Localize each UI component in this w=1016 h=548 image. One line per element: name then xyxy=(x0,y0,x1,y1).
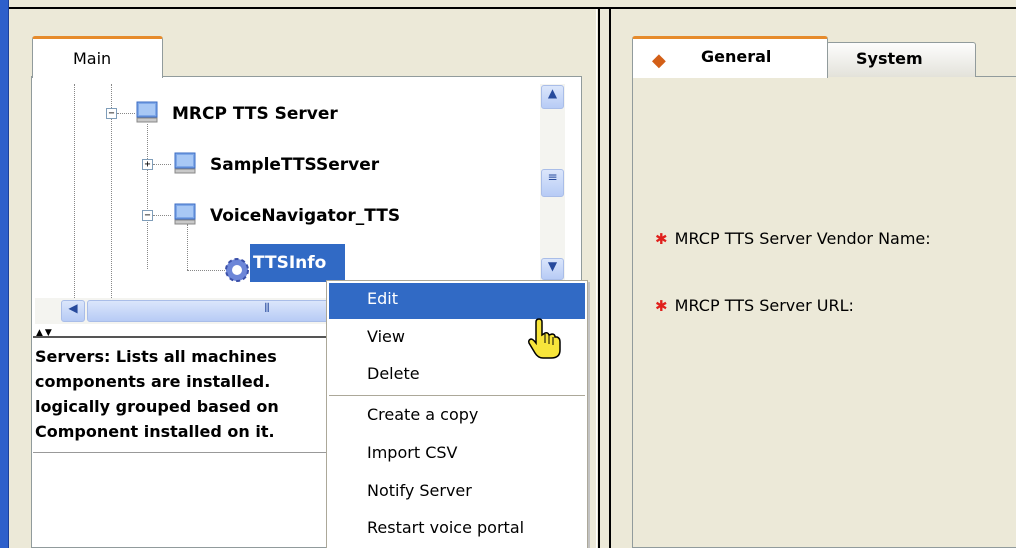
tree-guide-line xyxy=(153,215,171,216)
tree-guide-line xyxy=(117,113,135,114)
tree-vertical-scrollbar[interactable]: ▲ ≡ ▼ xyxy=(540,84,565,282)
splitter-line-left[interactable] xyxy=(598,9,600,548)
menu-item-notify-server[interactable]: Notify Server xyxy=(329,475,585,511)
scroll-up-arrow-icon[interactable]: ▲ xyxy=(541,85,564,109)
collapse-toggle-mrcp-tts-server[interactable]: − xyxy=(106,108,117,119)
tab-main-label: Main xyxy=(73,49,112,68)
window-top-edge xyxy=(0,0,1016,9)
menu-separator xyxy=(329,395,585,396)
scroll-down-arrow-icon[interactable]: ▼ xyxy=(541,258,564,280)
vendor-name-label-text: MRCP TTS Server Vendor Name: xyxy=(674,229,931,248)
tree-guide-line xyxy=(147,124,148,269)
menu-item-restart-voice-portal[interactable]: Restart voice portal xyxy=(329,512,585,548)
field-vendor-name-label: ✱ MRCP TTS Server Vendor Name: xyxy=(655,229,931,248)
tree-guide-line xyxy=(187,224,188,270)
scroll-thumb[interactable]: ≡ xyxy=(541,169,564,197)
tab-general-label: General xyxy=(701,47,772,66)
tree-node-voicenavigator-tts[interactable]: VoiceNavigator_TTS xyxy=(210,206,400,226)
tree-guide-line xyxy=(74,84,75,298)
tab-system-label: System xyxy=(856,49,923,68)
hand-cursor-icon xyxy=(528,318,561,359)
tree-node-ttsinfo[interactable]: TTSInfo xyxy=(249,243,346,283)
menu-item-edit[interactable]: Edit xyxy=(329,283,585,319)
collapse-toggle-voicenavigator-tts[interactable]: − xyxy=(142,210,153,221)
tree-node-sampletts-server[interactable]: SampleTTSServer xyxy=(210,155,379,175)
field-url-label: ✱ MRCP TTS Server URL: xyxy=(655,296,854,315)
splitter-line-right[interactable] xyxy=(609,9,611,548)
menu-item-import-csv[interactable]: Import CSV xyxy=(329,437,585,473)
menu-item-create-copy[interactable]: Create a copy xyxy=(329,399,585,435)
diamond-icon: ◆ xyxy=(652,50,666,71)
expand-toggle-sampletts-server[interactable]: + xyxy=(142,159,153,170)
scroll-left-arrow-icon[interactable]: ◀ xyxy=(61,300,85,322)
window-left-border xyxy=(0,0,9,548)
tree-node-mrcp-tts-server[interactable]: MRCP TTS Server xyxy=(172,104,338,124)
left-panel-edge xyxy=(596,9,597,548)
gear-icon xyxy=(225,258,249,282)
tree-node-ttsinfo-label: TTSInfo xyxy=(253,253,327,273)
tab-system[interactable]: System xyxy=(826,42,976,77)
server-icon xyxy=(174,152,196,174)
menu-item-delete[interactable]: Delete xyxy=(329,358,585,394)
required-asterisk-icon: ✱ xyxy=(655,297,668,315)
required-asterisk-icon: ✱ xyxy=(655,230,668,248)
tree-guide-line xyxy=(153,164,171,165)
tab-main[interactable]: Main xyxy=(32,36,163,78)
url-label-text: MRCP TTS Server URL: xyxy=(674,296,854,315)
server-icon xyxy=(174,203,196,225)
server-icon xyxy=(136,101,158,123)
tab-general[interactable]: ◆ General xyxy=(632,36,828,78)
